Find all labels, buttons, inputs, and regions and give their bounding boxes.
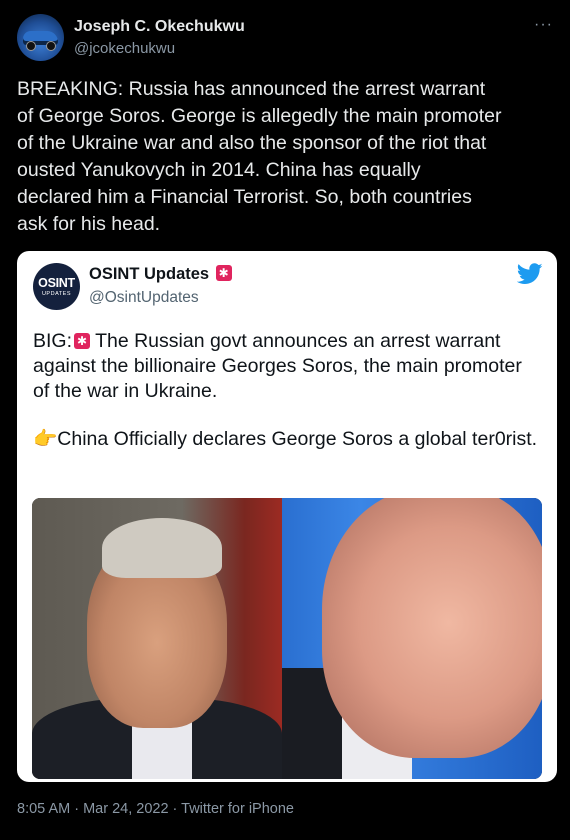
osint-logo-text: OSINT: [38, 276, 75, 290]
osint-avatar[interactable]: OSINT UPDATES: [33, 263, 80, 310]
quoted-author-name[interactable]: OSINT Updates: [89, 264, 232, 284]
quoted-paragraph-1: BIG: The Russian govt announces an arres…: [33, 329, 543, 404]
twitter-bird-icon[interactable]: [517, 263, 543, 285]
pointing-hand-icon: 👉: [33, 428, 58, 450]
quoted-tweet-photo[interactable]: [32, 498, 542, 779]
tweet-header: Joseph C. Okechukwu @jcokechukwu ···: [17, 14, 557, 66]
tweet-timestamp[interactable]: 8:05 AM · Mar 24, 2022 · Twitter for iPh…: [17, 801, 294, 817]
tweet-text: BREAKING: Russia has announced the arres…: [17, 78, 502, 235]
photo-left-portrait: [32, 498, 282, 779]
quoted-author-handle[interactable]: @OsintUpdates: [89, 289, 199, 307]
author-avatar[interactable]: [17, 14, 64, 61]
more-options-icon[interactable]: ···: [534, 16, 553, 34]
author-handle[interactable]: @jcokechukwu: [74, 40, 175, 57]
author-name[interactable]: Joseph C. Okechukwu: [74, 18, 245, 36]
quoted-tweet[interactable]: OSINT UPDATES OSINT Updates @OsintUpdate…: [17, 251, 557, 782]
siren-emoji-icon: [215, 264, 232, 282]
photo-right-portrait: [282, 498, 542, 779]
quoted-tweet-text: BIG: The Russian govt announces an arres…: [33, 329, 543, 452]
quoted-paragraph-2: 👉China Officially declares George Soros …: [33, 428, 538, 450]
osint-logo-subtext: UPDATES: [41, 291, 72, 297]
siren-emoji-icon: [74, 332, 91, 350]
